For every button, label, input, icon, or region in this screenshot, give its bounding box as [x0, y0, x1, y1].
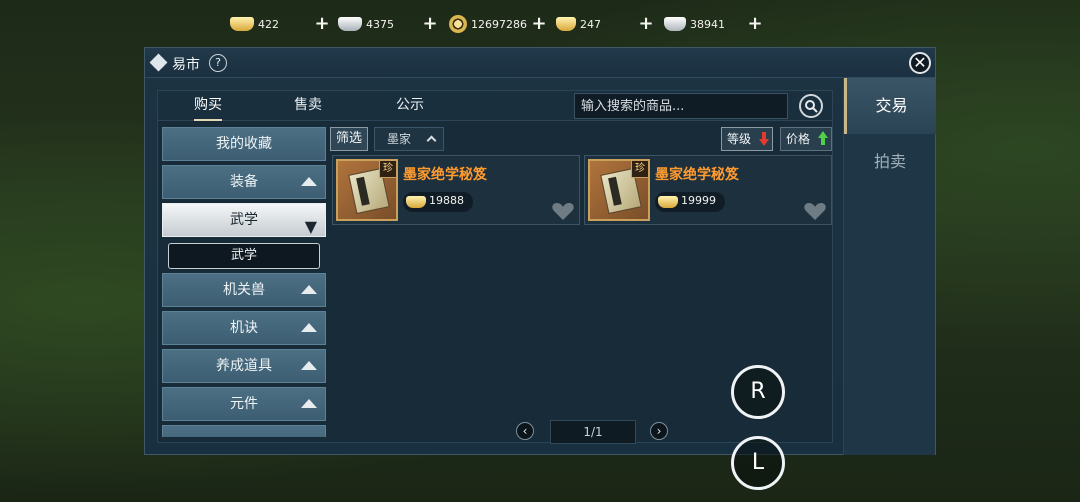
gold-ingot-icon: [406, 196, 426, 208]
tab-sell[interactable]: 售卖: [294, 91, 322, 121]
currency-coin-value: 12697286: [471, 17, 527, 31]
category-label: 元件: [230, 396, 258, 412]
currency-silver-2: 38941: [664, 10, 725, 38]
faction-select[interactable]: 墨家: [374, 127, 444, 151]
silver-ingot-icon: [338, 17, 362, 31]
item-price: 19999: [655, 192, 725, 212]
category-more[interactable]: [162, 425, 326, 437]
chevron-up-icon: [426, 135, 437, 146]
category-equipment[interactable]: 装备: [162, 165, 326, 199]
item-card[interactable]: 珍 墨家绝学秘笈 19999: [584, 155, 832, 225]
category-beast[interactable]: 机关兽: [162, 273, 326, 307]
rarity-badge: 珍: [379, 160, 397, 178]
item-name: 墨家绝学秘笈: [403, 167, 487, 183]
subcategory-martial[interactable]: 武学: [168, 243, 320, 269]
category-martial[interactable]: 武学 ▼: [162, 203, 326, 237]
silver-ingot-icon: [664, 17, 686, 31]
sort-price-button[interactable]: 价格: [780, 127, 832, 151]
heart-icon[interactable]: [803, 200, 827, 222]
currency-gold-small-value: 247: [580, 17, 601, 31]
page-indicator: 1/1: [550, 420, 636, 444]
currency-silver: 4375: [338, 10, 394, 38]
heart-icon[interactable]: [551, 200, 575, 222]
category-label: 武学: [230, 212, 258, 228]
item-card[interactable]: 珍 墨家绝学秘笈 19888: [332, 155, 580, 225]
tab-public[interactable]: 公示: [396, 91, 424, 121]
search-icon: [805, 100, 818, 113]
item-thumbnail: 珍: [336, 159, 398, 221]
arrow-down-icon: [759, 132, 769, 146]
add-coin-button[interactable]: +: [530, 15, 548, 33]
search-button[interactable]: [799, 94, 823, 118]
sort-price-label: 价格: [786, 132, 811, 146]
diamond-logo-icon: [149, 53, 168, 72]
next-page-button[interactable]: ›: [650, 422, 668, 440]
category-items[interactable]: 养成道具: [162, 349, 326, 383]
market-window: 易市 ? ✕ 交易 拍卖 购买 售卖 公示 我的收藏: [144, 47, 936, 455]
currency-silver-2-value: 38941: [690, 17, 725, 31]
add-gold-small-button[interactable]: +: [637, 15, 655, 33]
category-label: 装备: [230, 174, 258, 190]
small-gold-ingot-icon: [556, 17, 576, 31]
title-bar: 易市 ? ✕: [145, 48, 935, 78]
currency-gold: 422: [230, 10, 279, 38]
chevron-down-icon: ▼: [304, 217, 317, 236]
category-parts[interactable]: 元件: [162, 387, 326, 421]
category-label: 养成道具: [216, 358, 272, 374]
item-price: 19888: [403, 192, 473, 212]
prev-page-button[interactable]: ‹: [516, 422, 534, 440]
item-price-value: 19888: [429, 194, 464, 207]
category-skill[interactable]: 机诀: [162, 311, 326, 345]
category-list: 我的收藏 装备 武学 ▼ 武学 机关兽 机诀 养成道具 元件: [162, 127, 326, 437]
faction-select-value: 墨家: [387, 132, 412, 146]
chevron-up-icon: [301, 285, 317, 294]
gold-ingot-icon: [658, 196, 678, 208]
window-title: 易市: [172, 57, 200, 73]
copper-coin-icon: [449, 15, 467, 33]
filter-button[interactable]: 筛选: [330, 127, 368, 151]
sort-level-label: 等级: [727, 132, 752, 146]
gold-ingot-icon: [230, 17, 254, 31]
r-button[interactable]: R: [731, 365, 785, 419]
add-gold-button[interactable]: +: [313, 15, 331, 33]
chevron-up-icon: [301, 177, 317, 186]
add-silver-button[interactable]: +: [421, 15, 439, 33]
side-tabs: 交易 拍卖: [843, 78, 936, 455]
chevron-up-icon: [301, 361, 317, 370]
arrow-up-icon: [818, 131, 828, 145]
currency-gold-small: 247: [556, 10, 601, 38]
search-input[interactable]: [574, 93, 788, 119]
category-label: 我的收藏: [216, 136, 272, 152]
tab-trade[interactable]: 交易: [844, 78, 936, 134]
tab-auction[interactable]: 拍卖: [844, 134, 936, 190]
tab-buy[interactable]: 购买: [194, 91, 222, 121]
add-silver-2-button[interactable]: +: [746, 15, 764, 33]
category-favorites[interactable]: 我的收藏: [162, 127, 326, 161]
rarity-badge: 珍: [631, 160, 649, 178]
help-button[interactable]: ?: [209, 54, 227, 72]
currency-silver-value: 4375: [366, 17, 394, 31]
top-tabs: 购买 售卖 公示: [158, 91, 832, 121]
category-label: 机关兽: [223, 282, 265, 298]
item-price-value: 19999: [681, 194, 716, 207]
l-button[interactable]: L: [731, 436, 785, 490]
currency-coin: 12697286: [449, 10, 527, 38]
currency-gold-value: 422: [258, 17, 279, 31]
subcategory-label: 武学: [230, 248, 257, 263]
chevron-up-icon: [301, 323, 317, 332]
close-button[interactable]: ✕: [909, 52, 931, 74]
sort-level-button[interactable]: 等级: [721, 127, 773, 151]
chevron-up-icon: [301, 399, 317, 408]
category-label: 机诀: [230, 320, 258, 336]
item-name: 墨家绝学秘笈: [655, 167, 739, 183]
item-thumbnail: 珍: [588, 159, 650, 221]
